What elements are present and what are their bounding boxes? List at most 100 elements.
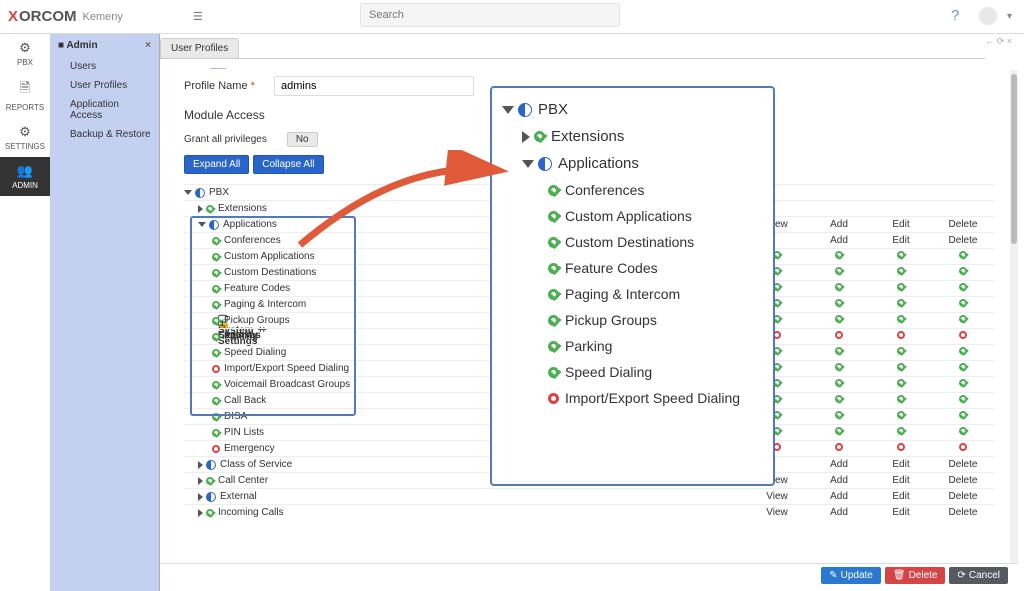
grant-all-toggle[interactable]: No: [287, 132, 318, 147]
zoom-tree-row: Pickup Groups: [502, 307, 763, 333]
user-menu-caret-icon[interactable]: ▾: [1007, 11, 1012, 22]
perm-ok-icon[interactable]: [835, 283, 843, 291]
brand-logo: XORCOM Kemeny: [8, 8, 123, 25]
chevron-right-icon: [198, 461, 203, 469]
perm-ok-icon[interactable]: [959, 379, 967, 387]
perm-ok-icon[interactable]: [835, 379, 843, 387]
rail-admin[interactable]: 👥ADMIN: [0, 157, 50, 196]
check-circle-icon: [212, 333, 220, 341]
refresh-icon: ⟳: [957, 570, 965, 581]
perm-ok-icon[interactable]: [835, 395, 843, 403]
perm-header: Edit: [870, 507, 932, 518]
perm-ok-icon[interactable]: [835, 299, 843, 307]
perm-header: Edit: [870, 235, 932, 246]
update-button[interactable]: ✎Update: [821, 567, 881, 584]
perm-ok-icon[interactable]: [897, 315, 905, 323]
perm-no-icon[interactable]: [959, 443, 967, 451]
perm-ok-icon[interactable]: [959, 347, 967, 355]
menu-toggle-icon[interactable]: ☰: [193, 10, 203, 23]
perm-no-icon[interactable]: [835, 331, 843, 339]
half-circle-icon: [195, 188, 205, 198]
tree-label: Paging & Intercom: [224, 299, 306, 310]
close-icon[interactable]: ×: [145, 40, 151, 51]
rail-reports[interactable]: 🗎REPORTS: [0, 73, 50, 118]
perm-header: Add: [808, 491, 870, 502]
perm-ok-icon[interactable]: [959, 251, 967, 259]
avatar[interactable]: [979, 7, 997, 25]
tree-label: Extensions: [218, 203, 267, 214]
zoom-tree-row: Speed Dialing: [502, 359, 763, 385]
perm-ok-icon[interactable]: [835, 363, 843, 371]
tab-user-profiles[interactable]: User Profiles: [160, 38, 239, 58]
perm-ok-icon[interactable]: [959, 315, 967, 323]
perm-ok-icon[interactable]: [897, 251, 905, 259]
perm-ok-icon[interactable]: [897, 347, 905, 355]
expand-all-button[interactable]: Expand All: [184, 155, 249, 174]
perm-header: Add: [808, 507, 870, 518]
perm-ok-icon[interactable]: [959, 299, 967, 307]
cogs-icon: ⚙: [19, 124, 31, 140]
perm-ok-icon[interactable]: [835, 427, 843, 435]
delete-button[interactable]: 🗑Delete: [885, 567, 946, 584]
nav2-backup[interactable]: Backup & Restore: [50, 125, 159, 144]
perm-ok-icon[interactable]: [959, 395, 967, 403]
perm-ok-icon[interactable]: [959, 427, 967, 435]
half-circle-icon: [538, 157, 552, 171]
perm-header: Add: [808, 235, 870, 246]
half-circle-icon: [209, 220, 219, 230]
perm-header: Edit: [870, 459, 932, 470]
perm-no-icon[interactable]: [897, 443, 905, 451]
perm-ok-icon[interactable]: [835, 267, 843, 275]
check-circle-icon: [212, 413, 220, 421]
perm-no-icon[interactable]: [835, 443, 843, 451]
help-icon[interactable]: ?: [951, 7, 969, 25]
perm-ok-icon[interactable]: [897, 379, 905, 387]
tabs: User Profiles: [160, 38, 985, 59]
tree-section-row[interactable]: Incoming CallsViewAddEditDelete: [184, 504, 994, 520]
rail-pbx[interactable]: ⚙PBX: [0, 34, 50, 73]
scrollbar-thumb[interactable]: [1011, 74, 1017, 244]
collapse-all-button[interactable]: Collapse All: [253, 155, 323, 174]
check-circle-icon: [548, 263, 559, 274]
perm-ok-icon[interactable]: [835, 347, 843, 355]
perm-ok-icon[interactable]: [897, 299, 905, 307]
perm-no-icon[interactable]: [959, 331, 967, 339]
check-circle-icon: [212, 237, 220, 245]
perm-header: View: [746, 491, 808, 502]
perm-ok-icon[interactable]: [959, 267, 967, 275]
perm-header: Add: [808, 475, 870, 486]
perm-ok-icon[interactable]: [897, 411, 905, 419]
perm-header: Delete: [932, 507, 994, 518]
perm-ok-icon[interactable]: [959, 411, 967, 419]
perm-ok-icon[interactable]: [897, 267, 905, 275]
nav2-app-access[interactable]: Application Access: [50, 95, 159, 125]
perm-ok-icon[interactable]: [959, 283, 967, 291]
nav2-header: ■ Admin ×: [50, 34, 159, 57]
chevron-right-icon: [198, 477, 203, 485]
tree-section-row[interactable]: ExternalViewAddEditDelete: [184, 488, 994, 504]
chevron-right-icon: [198, 493, 203, 501]
tree-label: PBX: [209, 187, 229, 198]
check-circle-icon: [212, 269, 220, 277]
perm-ok-icon[interactable]: [835, 315, 843, 323]
profile-name-input[interactable]: [274, 76, 474, 96]
perm-ok-icon[interactable]: [835, 251, 843, 259]
scrollbar[interactable]: [1010, 70, 1018, 563]
check-circle-icon: [548, 289, 559, 300]
cancel-button[interactable]: ⟳Cancel: [949, 567, 1008, 584]
perm-no-icon[interactable]: [897, 331, 905, 339]
nav2-user-profiles[interactable]: User Profiles: [50, 76, 159, 95]
perm-ok-icon[interactable]: [897, 283, 905, 291]
perm-ok-icon[interactable]: [897, 427, 905, 435]
perm-ok-icon[interactable]: [897, 363, 905, 371]
check-circle-icon: [212, 285, 220, 293]
zoom-overlay: PBX Extensions Applications ConferencesC…: [490, 86, 775, 486]
search-input[interactable]: [360, 3, 620, 27]
empty-circle-icon: [212, 365, 220, 373]
perm-ok-icon[interactable]: [835, 411, 843, 419]
tree-label: Call Back: [224, 395, 266, 406]
perm-ok-icon[interactable]: [897, 395, 905, 403]
nav2-users[interactable]: Users: [50, 57, 159, 76]
rail-settings[interactable]: ⚙SETTINGS: [0, 118, 50, 157]
perm-ok-icon[interactable]: [959, 363, 967, 371]
